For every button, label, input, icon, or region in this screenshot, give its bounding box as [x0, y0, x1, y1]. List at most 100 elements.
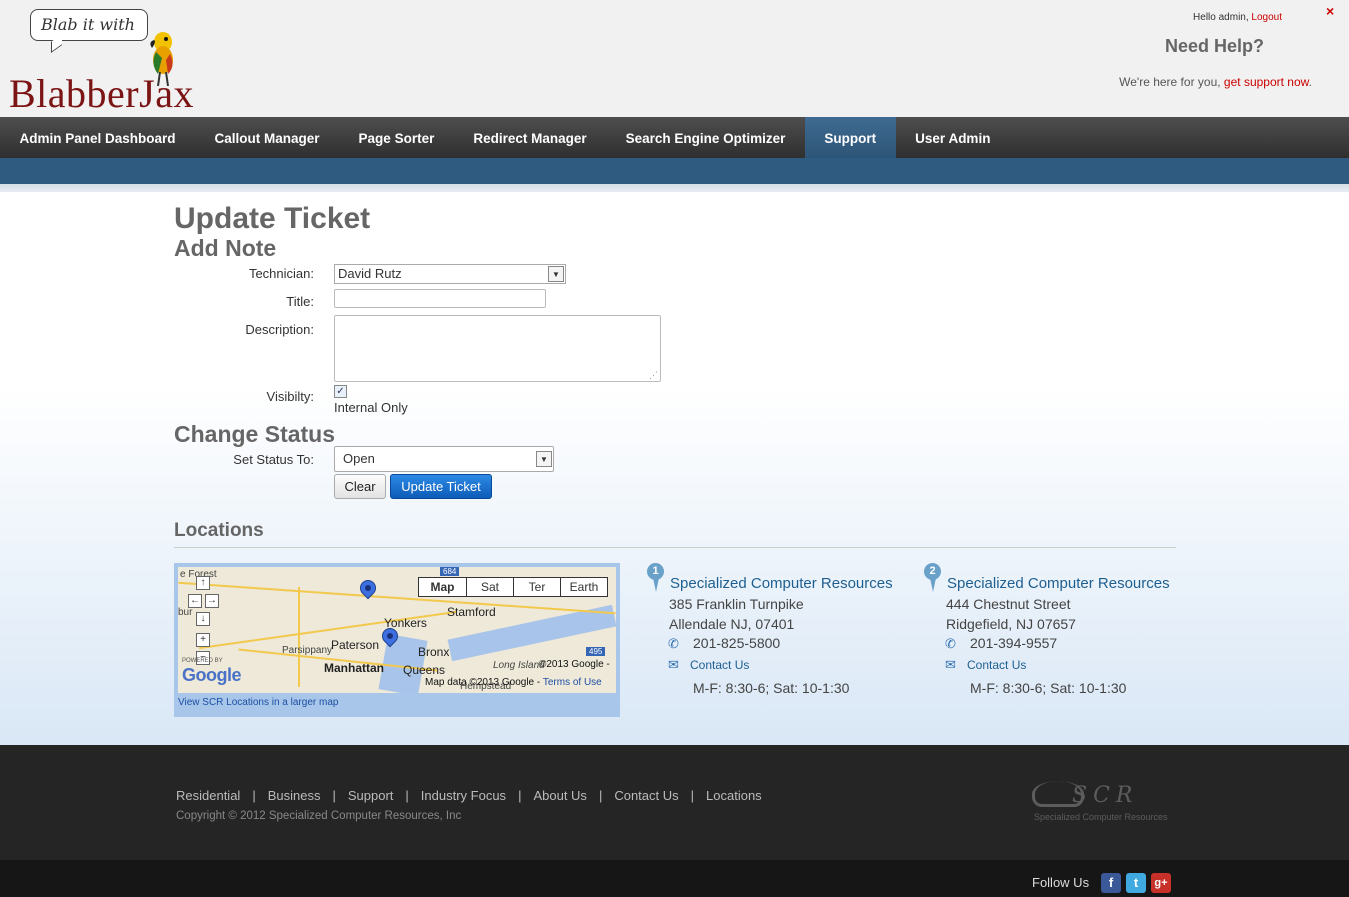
- map-type-map[interactable]: Map: [419, 578, 466, 596]
- nav-item-callout-manager[interactable]: Callout Manager: [195, 117, 339, 158]
- footer-link-contact-us[interactable]: Contact Us: [614, 788, 678, 803]
- copyright-text: Copyright © 2012 Specialized Computer Re…: [176, 810, 462, 822]
- location-1-hours: M-F: 8:30-6; Sat: 10-1:30: [693, 680, 850, 696]
- technician-label: Technician:: [248, 266, 314, 281]
- status-label: Set Status To:: [233, 452, 314, 467]
- support-text: We're here for you,: [1119, 75, 1224, 89]
- clear-button[interactable]: Clear: [334, 474, 386, 499]
- nav-item-page-sorter[interactable]: Page Sorter: [339, 117, 454, 158]
- map-data-label: Map data ©2013 Google -: [425, 677, 541, 688]
- footer-link-locations[interactable]: Locations: [706, 788, 762, 803]
- pan-right-icon[interactable]: →: [205, 594, 219, 608]
- logout-link[interactable]: Logout: [1251, 12, 1282, 23]
- resize-handle-icon[interactable]: ⋰: [649, 370, 658, 381]
- highway-shield: 495: [586, 647, 606, 656]
- scr-logo-subtitle: Specialized Computer Resources: [1034, 812, 1168, 822]
- phone-icon: ✆: [945, 636, 956, 651]
- email-icon: ✉: [945, 657, 956, 672]
- title-label: Title:: [286, 294, 314, 309]
- terms-of-use-link[interactable]: Terms of Use: [543, 677, 602, 688]
- nav-item-user-admin[interactable]: User Admin: [896, 117, 1010, 158]
- map-place-label: Bronx: [418, 645, 450, 659]
- status-select[interactable]: Open ▼: [334, 446, 554, 472]
- powered-by-text: POWERED BY: [182, 658, 223, 664]
- nav-item-dashboard[interactable]: Admin Panel Dashboard: [0, 117, 195, 158]
- visibility-label: Visibilty:: [266, 389, 314, 404]
- map-place-label: Queens: [403, 663, 446, 677]
- location-2-name[interactable]: Specialized Computer Resources: [947, 575, 1170, 592]
- separator: |: [598, 788, 603, 803]
- divider: [174, 547, 1176, 548]
- description-textarea[interactable]: ⋰: [334, 315, 661, 382]
- change-status-heading: Change Status: [174, 421, 336, 447]
- footer-link-support[interactable]: Support: [348, 788, 394, 803]
- support-line: We're here for you, get support now.: [1119, 75, 1312, 89]
- map-type-ter[interactable]: Ter: [513, 578, 560, 596]
- facebook-icon[interactable]: f: [1101, 873, 1121, 893]
- nav-item-support[interactable]: Support: [804, 117, 896, 158]
- technician-value: David Rutz: [338, 266, 402, 281]
- map-place-label: Paterson: [331, 638, 380, 652]
- location-1-name[interactable]: Specialized Computer Resources: [670, 575, 893, 592]
- location-2-hours: M-F: 8:30-6; Sat: 10-1:30: [970, 680, 1127, 696]
- title-input[interactable]: [334, 289, 546, 308]
- pan-down-icon[interactable]: ↓: [196, 612, 210, 626]
- map-type-sat[interactable]: Sat: [466, 578, 513, 596]
- update-ticket-button[interactable]: Update Ticket: [390, 474, 492, 499]
- twitter-icon[interactable]: t: [1126, 873, 1146, 893]
- follow-us-label: Follow Us: [1032, 875, 1090, 890]
- logo-wordmark[interactable]: BlabberJax: [9, 70, 194, 117]
- description-label: Description:: [245, 322, 314, 337]
- google-plus-icon[interactable]: g+: [1151, 873, 1171, 893]
- phone-icon: ✆: [668, 636, 679, 651]
- location-1-phone: 201-825-5800: [693, 635, 781, 651]
- internal-only-label: Internal Only: [334, 400, 408, 415]
- location-2-city: Ridgefield, NJ 07657: [946, 616, 1076, 632]
- map-frame: e Forest bur Parsippany Paterson Yonkers…: [174, 563, 620, 717]
- pan-left-icon[interactable]: ←: [188, 594, 202, 608]
- status-value: Open: [343, 451, 375, 466]
- separator: |: [518, 788, 522, 803]
- support-suffix: .: [1308, 75, 1312, 89]
- map-place-label: Manhattan: [324, 661, 384, 675]
- location-1-contact-link[interactable]: Contact Us: [690, 658, 749, 672]
- email-icon: ✉: [668, 657, 679, 672]
- chevron-down-icon[interactable]: ▼: [536, 451, 552, 467]
- location-2-contact-link[interactable]: Contact Us: [967, 658, 1026, 672]
- separator: |: [332, 788, 336, 803]
- map-place-label: Long Island: [493, 660, 545, 671]
- location-2-phone: 201-394-9557: [970, 635, 1058, 651]
- chevron-down-icon[interactable]: ▼: [548, 266, 564, 282]
- scr-logo: SCR Specialized Computer Resources: [1032, 779, 1168, 827]
- nav-item-redirect-manager[interactable]: Redirect Manager: [454, 117, 606, 158]
- scr-logo-letters: SCR: [1072, 783, 1139, 808]
- footer-link-about-us[interactable]: About Us: [533, 788, 586, 803]
- close-icon[interactable]: ×: [1326, 3, 1334, 19]
- map-road: [298, 587, 300, 687]
- google-map[interactable]: e Forest bur Parsippany Paterson Yonkers…: [178, 567, 616, 693]
- map-type-switcher: Map Sat Ter Earth: [418, 577, 608, 597]
- highway-shield: 684: [440, 567, 460, 576]
- map-place-label: bur: [178, 607, 193, 618]
- separator: |: [405, 788, 409, 803]
- footer-link-industry-focus[interactable]: Industry Focus: [421, 788, 506, 803]
- footer: Residential | Business | Support | Industry…: [0, 745, 1349, 860]
- map-place-label: Stamford: [447, 605, 496, 619]
- nav-item-seo[interactable]: Search Engine Optimizer: [606, 117, 805, 158]
- footer-link-residential[interactable]: Residential: [176, 788, 240, 803]
- need-help-heading: Need Help?: [1165, 36, 1265, 56]
- larger-map-link[interactable]: View SCR Locations in a larger map: [178, 697, 338, 708]
- zoom-in-icon[interactable]: +: [196, 633, 210, 647]
- google-logo[interactable]: Google: [182, 665, 242, 686]
- footer-link-business[interactable]: Business: [268, 788, 321, 803]
- separator: |: [252, 788, 256, 803]
- logo-speech-bubble: Blab it with: [30, 9, 148, 41]
- map-type-earth[interactable]: Earth: [560, 578, 607, 596]
- internal-only-checkbox[interactable]: ✓: [334, 385, 347, 398]
- get-support-link[interactable]: get support now: [1224, 75, 1309, 89]
- technician-select[interactable]: David Rutz ▼: [334, 264, 566, 284]
- footer-links: Residential | Business | Support | Industry…: [176, 788, 762, 803]
- map-copyright: ©2013 Google -: [539, 659, 610, 670]
- pan-up-icon[interactable]: ↑: [196, 576, 210, 590]
- location-2-street: 444 Chestnut Street: [946, 596, 1071, 612]
